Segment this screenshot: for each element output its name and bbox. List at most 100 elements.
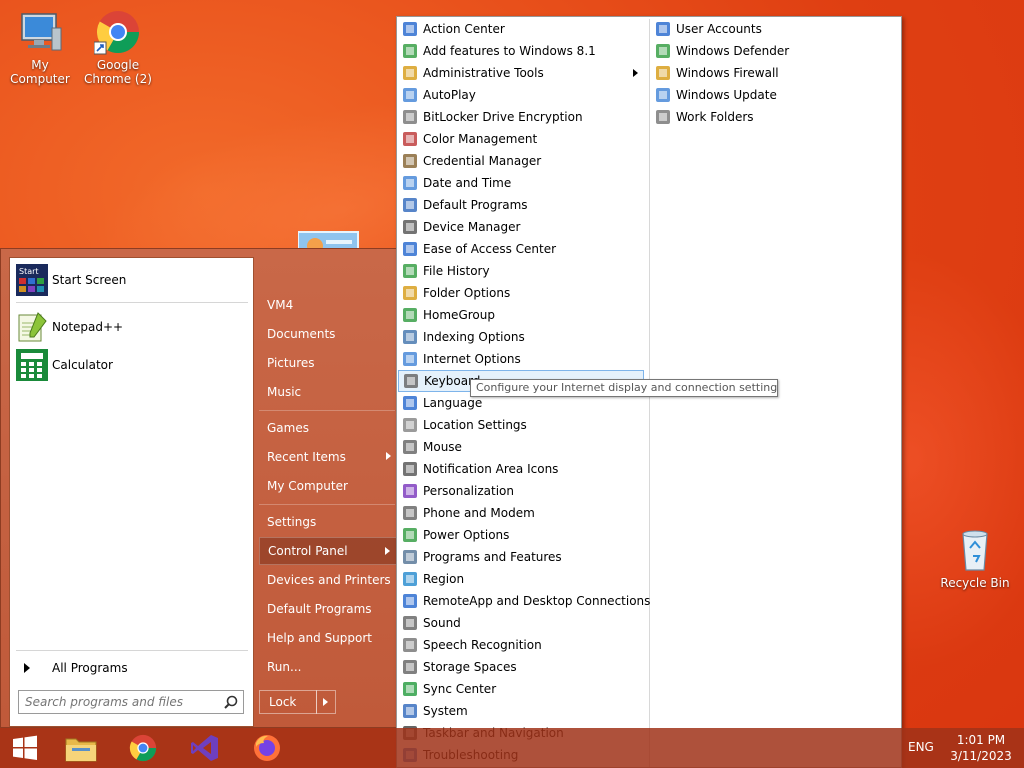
firewall-icon <box>655 65 671 81</box>
control-panel-item-user-accounts[interactable]: User Accounts <box>651 18 897 40</box>
indexing-icon <box>402 329 418 345</box>
start-link-pictures[interactable]: Pictures <box>259 350 397 376</box>
control-panel-item-action-center[interactable]: Action Center <box>398 18 644 40</box>
control-panel-item-system[interactable]: System <box>398 700 644 722</box>
system-clock[interactable]: 1:01 PM 3/11/2023 <box>948 732 1014 764</box>
control-panel-item-notification-area-icons[interactable]: Notification Area Icons <box>398 458 644 480</box>
desktop-icon-recycle-bin[interactable]: Recycle Bin <box>935 526 1015 590</box>
start-button[interactable] <box>0 730 50 766</box>
start-link-label: My Computer <box>267 479 348 493</box>
control-panel-item-region[interactable]: Region <box>398 568 644 590</box>
start-link-label: Default Programs <box>267 602 372 616</box>
desktop-icon-label: My Computer <box>10 58 70 86</box>
control-panel-item-sync-center[interactable]: Sync Center <box>398 678 644 700</box>
control-panel-item-power-options[interactable]: Power Options <box>398 524 644 546</box>
control-panel-item-label: Mouse <box>423 440 462 454</box>
desktop-icon-my-computer[interactable]: My Computer <box>0 8 80 86</box>
control-panel-item-remoteapp-and-desktop-connections[interactable]: RemoteApp and Desktop Connections <box>398 590 650 612</box>
pinned-item-notepad-plus-plus[interactable]: Notepad++ <box>16 309 248 345</box>
control-panel-item-label: Programs and Features <box>423 550 562 564</box>
control-panel-item-label: Sound <box>423 616 461 630</box>
control-panel-item-indexing-options[interactable]: Indexing Options <box>398 326 644 348</box>
taskbar: ENG 1:01 PM 3/11/2023 <box>0 728 1024 768</box>
control-panel-item-internet-options[interactable]: Internet Options <box>398 348 644 370</box>
system-icon <box>402 703 418 719</box>
start-link-devices-and-printers[interactable]: Devices and Printers <box>259 567 397 593</box>
start-menu-left-pane: Start Start Screen Notepad++ Calculator … <box>9 257 254 727</box>
divider <box>16 650 248 651</box>
control-panel-item-default-programs[interactable]: Default Programs <box>398 194 644 216</box>
start-link-settings[interactable]: Settings <box>259 509 397 535</box>
control-panel-item-mouse[interactable]: Mouse <box>398 436 644 458</box>
pinned-item-calculator[interactable]: Calculator <box>16 347 248 383</box>
control-panel-item-programs-and-features[interactable]: Programs and Features <box>398 546 644 568</box>
control-panel-item-sound[interactable]: Sound <box>398 612 644 634</box>
control-panel-item-ease-of-access-center[interactable]: Ease of Access Center <box>398 238 644 260</box>
control-panel-item-add-features-to-windows-8-1[interactable]: Add features to Windows 8.1 <box>398 40 644 62</box>
start-link-vm4[interactable]: VM4 <box>259 292 397 318</box>
control-panel-item-bitlocker-drive-encryption[interactable]: BitLocker Drive Encryption <box>398 106 644 128</box>
all-programs-button[interactable]: All Programs <box>16 656 248 680</box>
control-panel-item-device-manager[interactable]: Device Manager <box>398 216 644 238</box>
divider <box>16 302 248 303</box>
control-panel-item-label: Default Programs <box>423 198 528 212</box>
start-link-label: Settings <box>267 515 317 529</box>
control-panel-item-autoplay[interactable]: AutoPlay <box>398 84 644 106</box>
control-panel-item-homegroup[interactable]: HomeGroup <box>398 304 644 326</box>
start-link-label: Devices and Printers <box>267 573 391 587</box>
pinned-item-label: Calculator <box>52 358 113 372</box>
chevron-right-icon <box>633 69 638 77</box>
control-panel-item-label: Storage Spaces <box>423 660 517 674</box>
control-panel-item-color-management[interactable]: Color Management <box>398 128 644 150</box>
control-panel-item-credential-manager[interactable]: Credential Manager <box>398 150 644 172</box>
start-link-documents[interactable]: Documents <box>259 321 397 347</box>
control-panel-item-windows-defender[interactable]: Windows Defender <box>651 40 897 62</box>
control-panel-item-speech-recognition[interactable]: Speech Recognition <box>398 634 644 656</box>
input-language-indicator[interactable]: ENG <box>908 740 934 754</box>
storage-spaces-icon <box>402 659 418 675</box>
control-panel-item-file-history[interactable]: File History <box>398 260 644 282</box>
control-panel-item-label: Indexing Options <box>423 330 525 344</box>
pinned-item-start-screen[interactable]: Start Start Screen <box>16 262 248 298</box>
start-link-games[interactable]: Games <box>259 415 397 441</box>
programs-features-icon <box>402 549 418 565</box>
taskbar-file-explorer[interactable] <box>56 730 106 766</box>
desktop-icon-google-chrome[interactable]: Google Chrome (2) <box>78 8 158 86</box>
start-link-help-and-support[interactable]: Help and Support <box>259 625 397 651</box>
windows-defender-icon <box>655 43 671 59</box>
lock-button[interactable]: Lock <box>259 690 317 714</box>
notification-icon <box>402 461 418 477</box>
search-icon[interactable] <box>224 695 238 709</box>
search-input[interactable] <box>25 695 215 709</box>
control-panel-item-personalization[interactable]: Personalization <box>398 480 644 502</box>
sound-icon <box>402 615 418 631</box>
control-panel-item-administrative-tools[interactable]: Administrative Tools <box>398 62 644 84</box>
start-link-label: Games <box>267 421 309 435</box>
control-panel-item-windows-firewall[interactable]: Windows Firewall <box>651 62 897 84</box>
start-link-recent-items[interactable]: Recent Items <box>259 444 397 470</box>
control-panel-item-location-settings[interactable]: Location Settings <box>398 414 644 436</box>
start-link-default-programs[interactable]: Default Programs <box>259 596 397 622</box>
taskbar-visual-studio[interactable] <box>180 730 230 766</box>
control-panel-item-label: Personalization <box>423 484 514 498</box>
start-link-label: Help and Support <box>267 631 372 645</box>
control-panel-item-label: Speech Recognition <box>423 638 542 652</box>
start-link-control-panel[interactable]: Control Panel <box>259 537 397 565</box>
start-link-music[interactable]: Music <box>259 379 397 405</box>
control-panel-item-work-folders[interactable]: Work Folders <box>651 106 897 128</box>
start-link-run[interactable]: Run... <box>259 654 397 680</box>
start-screen-icon-text: Start <box>19 267 39 276</box>
default-programs-icon <box>402 197 418 213</box>
control-panel-item-date-and-time[interactable]: Date and Time <box>398 172 644 194</box>
taskbar-google-chrome[interactable] <box>118 730 168 766</box>
control-panel-item-folder-options[interactable]: Folder Options <box>398 282 644 304</box>
start-link-my-computer[interactable]: My Computer <box>259 473 397 499</box>
control-panel-item-storage-spaces[interactable]: Storage Spaces <box>398 656 644 678</box>
search-box[interactable] <box>18 690 244 714</box>
taskbar-firefox[interactable] <box>242 730 292 766</box>
control-panel-item-label: Notification Area Icons <box>423 462 559 476</box>
power-options-arrow-button[interactable] <box>316 690 336 714</box>
desktop-icon-label: Google Chrome (2) <box>84 58 152 86</box>
control-panel-item-phone-and-modem[interactable]: Phone and Modem <box>398 502 644 524</box>
control-panel-item-windows-update[interactable]: Windows Update <box>651 84 897 106</box>
